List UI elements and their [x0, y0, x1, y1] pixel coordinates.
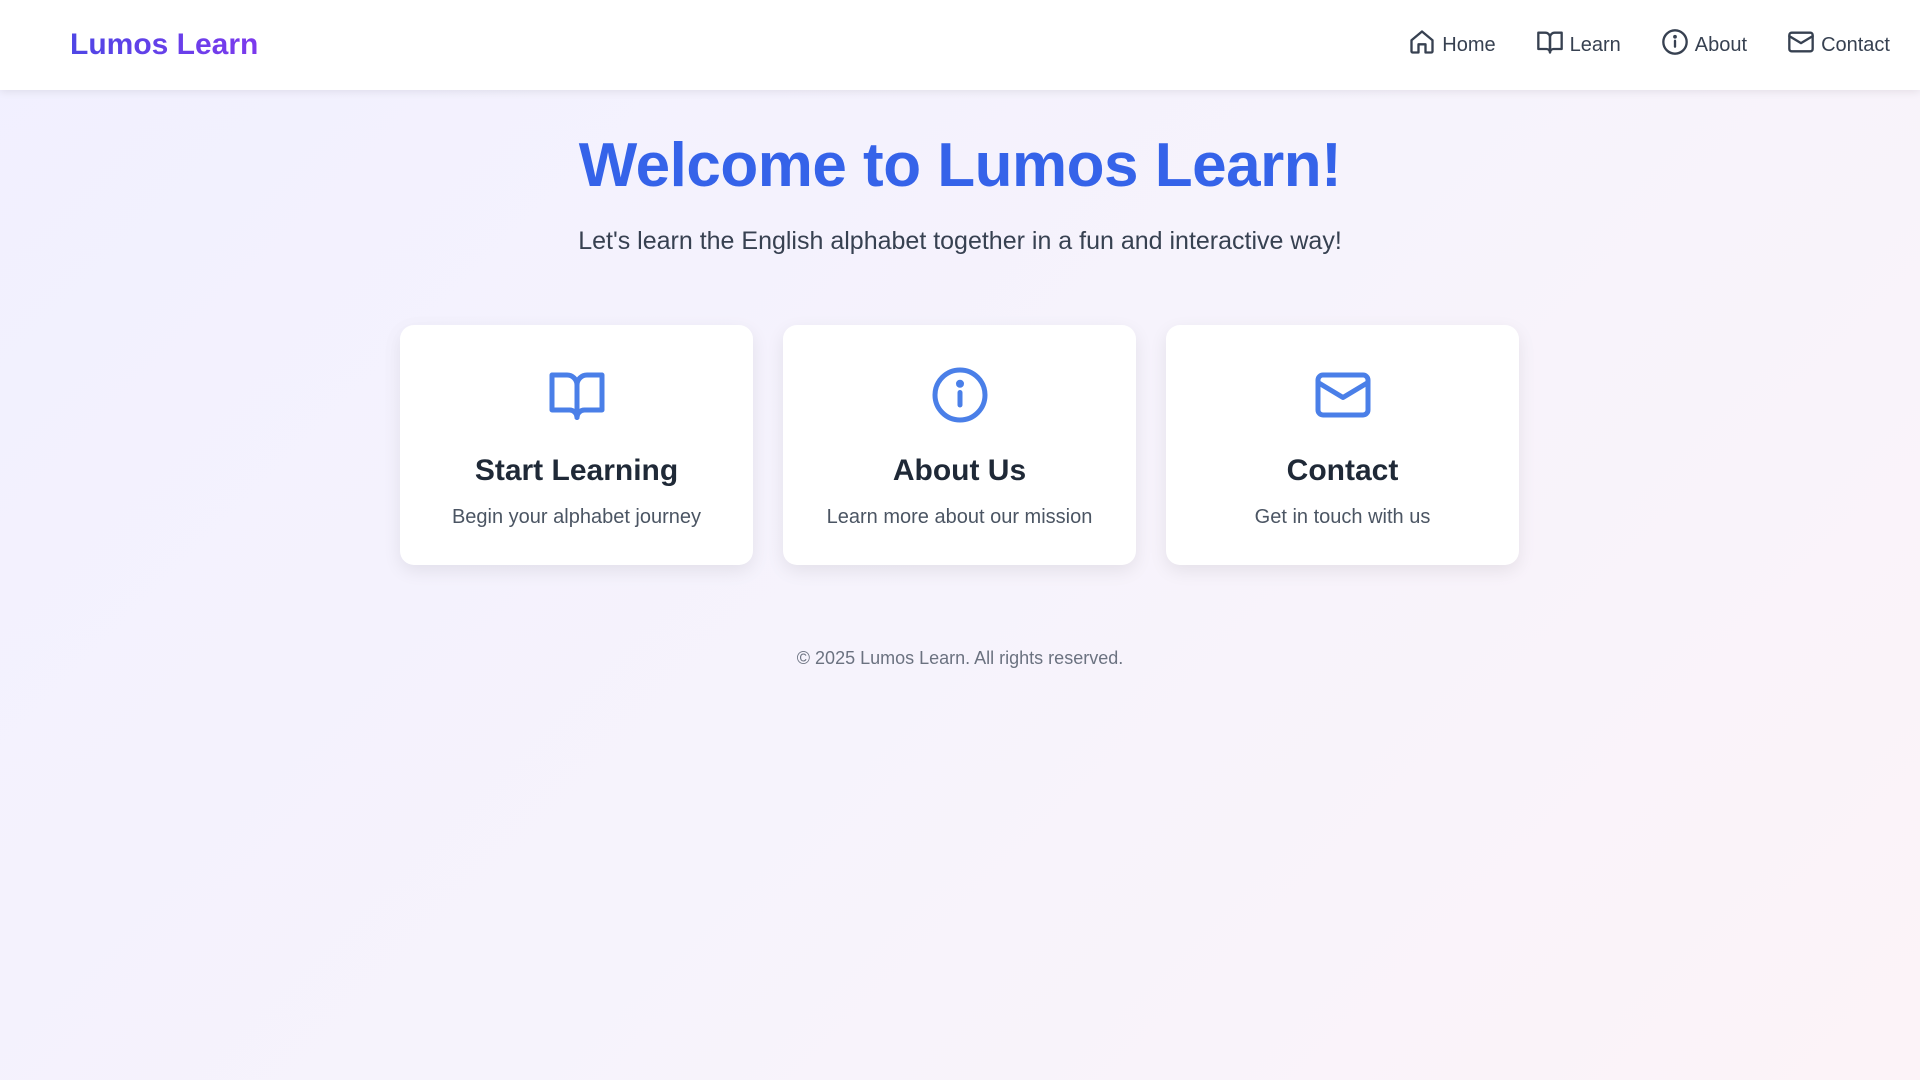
nav-item-contact[interactable]: Contact	[1787, 28, 1890, 62]
book-icon	[1536, 28, 1564, 62]
card-contact[interactable]: Contact Get in touch with us	[1166, 325, 1519, 565]
hero-section: Welcome to Lumos Learn! Let's learn the …	[0, 90, 1920, 256]
info-icon	[1661, 28, 1689, 62]
nav-item-label: Learn	[1569, 33, 1621, 56]
nav-item-label: Contact	[1821, 33, 1890, 56]
nav-item-label: Home	[1442, 33, 1496, 56]
footer-copyright: © 2025 Lumos Learn. All rights reserved.	[796, 648, 1124, 668]
hero-subtitle: Let's learn the English alphabet togethe…	[578, 227, 1342, 255]
brand-logo[interactable]: Lumos Learn	[70, 28, 258, 62]
card-description: Get in touch with us	[1254, 506, 1431, 528]
card-description: Learn more about our mission	[826, 506, 1093, 528]
book-icon	[547, 365, 607, 430]
nav-item-label: About	[1694, 33, 1748, 56]
nav-item-home[interactable]: Home	[1408, 28, 1496, 62]
mail-icon	[1787, 28, 1815, 62]
info-icon	[930, 365, 990, 430]
card-about-us[interactable]: About Us Learn more about our mission	[783, 325, 1136, 565]
card-title: Contact	[1286, 454, 1399, 487]
card-start-learning[interactable]: Start Learning Begin your alphabet journ…	[400, 325, 753, 565]
card-title: About Us	[892, 454, 1027, 487]
card-description: Begin your alphabet journey	[451, 506, 702, 528]
home-icon	[1408, 28, 1436, 62]
feature-cards: Start Learning Begin your alphabet journ…	[400, 325, 1519, 565]
card-title: Start Learning	[474, 454, 679, 487]
hero-title: Welcome to Lumos Learn!	[578, 131, 1342, 200]
footer: © 2025 Lumos Learn. All rights reserved.	[0, 648, 1920, 669]
nav-item-about[interactable]: About	[1661, 28, 1747, 62]
top-navbar: Lumos Learn Home Learn About Contact	[0, 0, 1920, 90]
mail-icon	[1313, 365, 1373, 430]
nav-links: Home Learn About Contact	[1408, 28, 1890, 62]
nav-item-learn[interactable]: Learn	[1536, 28, 1621, 62]
